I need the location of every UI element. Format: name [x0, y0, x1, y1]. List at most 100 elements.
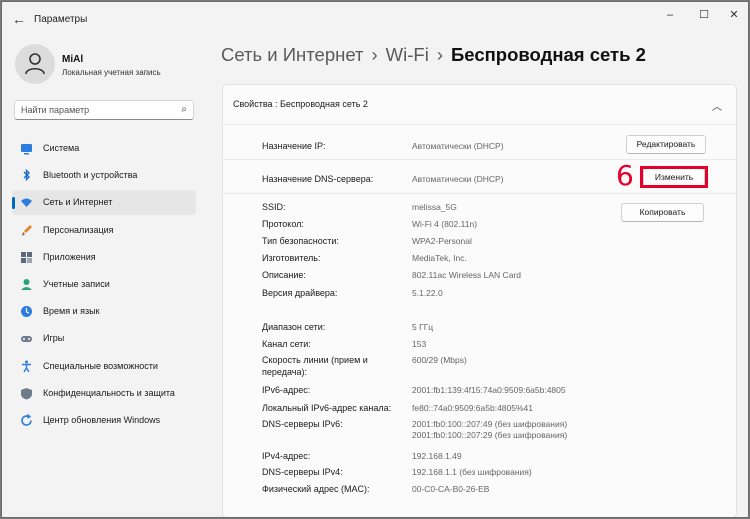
row-divider	[223, 159, 736, 160]
search-box[interactable]: Найти параметр ⌕	[14, 100, 194, 120]
app-title: Параметры	[34, 14, 88, 25]
title-bar: ← Параметры – ☐ ✕	[2, 2, 748, 36]
property-value: 192.168.1.1 (без шифрования)	[412, 467, 532, 477]
sidebar-item-label: Персонализация	[43, 224, 114, 235]
search-icon[interactable]: ⌕	[181, 104, 187, 115]
property-label: Скорость линии (прием и	[262, 355, 368, 365]
sidebar-item-label: Специальные возможности	[43, 360, 158, 371]
breadcrumb-separator: ›	[371, 44, 378, 65]
property-label: Протокол:	[262, 219, 304, 229]
row-divider	[223, 193, 736, 194]
sidebar-item-wifi[interactable]: Сеть и Интернет	[12, 190, 196, 216]
property-value: 00-C0-CA-B0-26-EB	[412, 484, 490, 494]
breadcrumb-wifi[interactable]: Wi-Fi	[386, 44, 429, 65]
accounts-icon	[21, 279, 32, 290]
edit-ip-button[interactable]: Редактировать	[626, 135, 706, 154]
selection-indicator	[12, 197, 15, 210]
property-label: Канал сети:	[262, 339, 311, 349]
shield-icon	[21, 387, 32, 400]
sidebar-item-label: Центр обновления Windows	[43, 415, 161, 425]
property-value: 5.1.22.0	[412, 288, 443, 298]
ip-assignment-value: Автоматически (DHCP)	[412, 141, 504, 151]
property-label: IPv6-адрес:	[262, 385, 311, 395]
maximize-button[interactable]: ☐	[688, 7, 720, 23]
panel-header[interactable]: Свойства : Беспроводная сеть 2 ︿	[223, 85, 736, 125]
sidebar-item-gaming[interactable]: Игры	[12, 326, 196, 351]
sidebar-item-label: Учетные записи	[43, 279, 110, 289]
sidebar-item-time-language[interactable]: Время и язык	[12, 299, 196, 324]
page-title: Беспроводная сеть 2	[450, 44, 646, 65]
property-label: Версия драйвера:	[262, 288, 338, 298]
properties-panel: Свойства : Беспроводная сеть 2 ︿ Назначе…	[222, 84, 737, 517]
minimize-button[interactable]: –	[654, 7, 686, 23]
ip-assignment-label: Назначение IP:	[262, 141, 326, 151]
dns-assignment-value: Автоматически (DHCP)	[412, 174, 504, 184]
sidebar-item-label: Сеть и Интернет	[43, 197, 113, 208]
user-icon	[25, 53, 45, 75]
accessibility-icon	[22, 360, 31, 372]
property-value: 2001:fb0:100::207:29 (без шифрования)	[412, 430, 568, 440]
property-label: Тип безопасности:	[262, 236, 339, 246]
update-icon	[21, 414, 32, 426]
property-label: передача):	[262, 367, 307, 377]
dns-assignment-label: Назначение DNS-сервера:	[262, 174, 374, 184]
system-icon	[21, 144, 32, 155]
copy-button[interactable]: Копировать	[621, 203, 704, 222]
sidebar-item-shield[interactable]: Конфиденциальность и защита	[12, 381, 196, 406]
back-button[interactable]: ←	[10, 10, 28, 28]
property-label: SSID:	[262, 202, 286, 212]
property-label: DNS-серверы IPv6:	[262, 419, 343, 429]
gaming-icon	[21, 336, 32, 343]
property-value: 192.168.1.49	[412, 451, 462, 461]
annotation-step-number: 6	[616, 159, 634, 192]
property-value: 600/29 (Mbps)	[412, 355, 467, 365]
chevron-up-icon[interactable]: ︿	[712, 98, 722, 113]
sidebar-item-label: Система	[43, 143, 80, 153]
property-label: DNS-серверы IPv4:	[262, 467, 343, 477]
property-value: 5 ГГц	[412, 322, 434, 332]
sidebar-item-apps[interactable]: Приложения	[12, 245, 196, 270]
search-input[interactable]: Найти параметр	[21, 105, 89, 115]
sidebar-item-brush[interactable]: Персонализация	[12, 218, 196, 243]
property-label: Описание:	[262, 270, 306, 280]
sidebar-item-system[interactable]: Система	[12, 136, 196, 161]
property-value: fe80::74a0:9509:6a5b:4805%41	[412, 403, 534, 413]
breadcrumb-network[interactable]: Сеть и Интернет	[221, 44, 363, 65]
property-label: Диапазон сети:	[262, 322, 326, 332]
panel-title: Свойства : Беспроводная сеть 2	[233, 99, 368, 109]
property-value: MediaTek, Inc.	[412, 253, 467, 263]
property-value: 153	[412, 339, 427, 349]
sidebar-item-label: Конфиденциальность и защита	[43, 387, 175, 398]
sidebar-item-accounts[interactable]: Учетные записи	[12, 272, 196, 297]
breadcrumb: Сеть и Интернет › Wi-Fi › Беспроводная сеть …	[221, 44, 646, 66]
property-value: 2001:fb0:100::207:49 (без шифрования)	[412, 419, 568, 429]
settings-window: ← Параметры – ☐ ✕ MiAl Локальная учетная…	[1, 1, 749, 518]
property-label: Физический адрес (MAC):	[262, 484, 370, 494]
property-label: IPv4-адрес:	[262, 451, 311, 461]
sidebar-item-accessibility[interactable]: Специальные возможности	[12, 354, 196, 379]
close-button[interactable]: ✕	[718, 7, 748, 23]
sidebar-item-label: Приложения	[43, 251, 96, 262]
user-name: MiAl	[62, 54, 84, 65]
wifi-icon	[21, 198, 32, 208]
property-label: Локальный IPv6-адрес канала:	[262, 403, 392, 413]
sidebar-item-label: Время и язык	[43, 306, 100, 317]
account-type: Локальная учетная запись	[62, 68, 161, 77]
property-value: WPA2-Personal	[412, 236, 472, 246]
sidebar-item-label: Bluetooth и устройства	[43, 170, 138, 181]
time-language-icon	[21, 306, 32, 318]
sidebar-item-update[interactable]: Центр обновления Windows	[12, 408, 196, 433]
avatar[interactable]	[15, 44, 55, 84]
apps-icon	[21, 251, 32, 263]
sidebar-item-bluetooth[interactable]: Bluetooth и устройства	[12, 163, 196, 188]
breadcrumb-separator: ›	[436, 44, 443, 65]
property-value: 2001:fb1:139:4f15:74a0:9509:6a5b:4805	[412, 385, 566, 395]
brush-icon	[22, 224, 32, 236]
property-label: Изготовитель:	[262, 253, 321, 263]
bluetooth-icon	[23, 169, 30, 182]
property-value: melissa_5G	[412, 202, 457, 212]
property-value: Wi-Fi 4 (802.11n)	[412, 219, 478, 229]
property-value: 802.11ac Wireless LAN Card	[412, 270, 521, 280]
sidebar-item-label: Игры	[43, 333, 65, 344]
annotation-highlight-box	[640, 166, 708, 188]
